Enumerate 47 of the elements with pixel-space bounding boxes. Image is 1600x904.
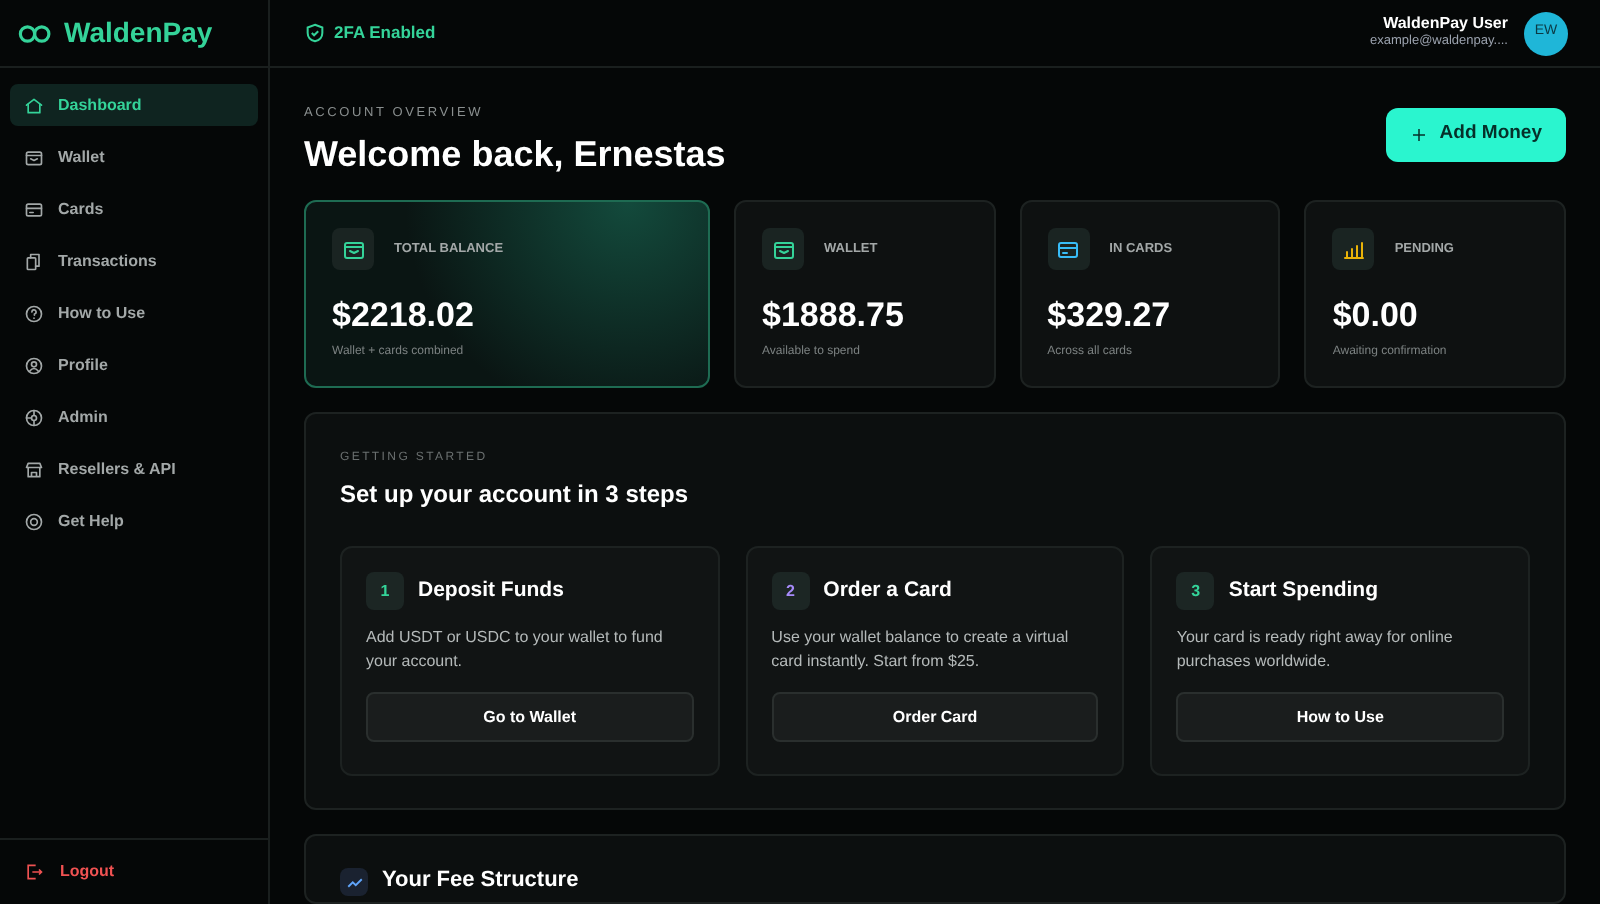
brand-name: WaldenPay (64, 14, 213, 52)
step-description: Add USDT or USDC to your wallet to fund your account. (366, 626, 665, 675)
step-number: 1 (366, 572, 404, 611)
sidebar-item[interactable]: Transactions (10, 240, 258, 282)
shield-check-icon (304, 22, 326, 44)
logout-link[interactable]: Logout (60, 860, 115, 884)
stat-value: $0.00 (1332, 294, 1420, 337)
sidebar-item[interactable]: Cards (10, 188, 258, 230)
sidebar-item[interactable]: Wallet (10, 136, 258, 178)
help-icon (24, 303, 44, 323)
step-button[interactable]: Go to Wallet (366, 692, 694, 743)
store-icon (24, 459, 44, 479)
sidebar-item[interactable]: Profile (10, 344, 258, 386)
sidebar-item[interactable]: Admin (10, 396, 258, 438)
lifebuoy-icon (24, 511, 44, 531)
user-name: WaldenPay User (1383, 14, 1508, 35)
step-title: Start Spending (1228, 575, 1379, 606)
stat-value: $1888.75 (762, 294, 906, 337)
sidebar-item[interactable]: Dashboard (10, 84, 258, 126)
security-status: 2FA Enabled (334, 20, 436, 46)
section-title: Your Fee Structure (382, 866, 579, 897)
logo-icon (18, 23, 56, 43)
stat-value: $2218.02 (332, 294, 476, 337)
step-title: Deposit Funds (418, 575, 564, 606)
add-money-button[interactable]: Add Money (1385, 108, 1566, 162)
home-icon (24, 95, 44, 115)
sidebar-item[interactable]: Get Help (10, 500, 258, 542)
step-number: 2 (771, 572, 810, 611)
documents-icon (24, 251, 44, 271)
user-icon (24, 355, 44, 375)
dial-icon (24, 407, 44, 427)
sidebar-item[interactable]: Resellers & API (10, 448, 258, 490)
step-title: Order a Card (823, 575, 952, 606)
page-title: Welcome back, Ernestas (304, 131, 726, 177)
trend-icon (345, 873, 363, 892)
step-description: Your card is ready right away for online purchases worldwide. (1176, 626, 1455, 675)
sidebar-item[interactable]: How to Use (10, 292, 258, 334)
card-icon (24, 199, 44, 219)
logout-icon (24, 862, 44, 882)
step-button[interactable]: How to Use (1176, 692, 1505, 743)
step-button[interactable]: Order Card (771, 692, 1099, 743)
stat-value: $329.27 (1047, 294, 1173, 337)
wallet-icon (24, 147, 44, 167)
step-number: 3 (1176, 572, 1215, 611)
section-title: Set up your account in 3 steps (340, 478, 691, 513)
plus-icon (1409, 126, 1428, 144)
step-description: Use your wallet balance to create a virtual card instantly. Start from $25. (771, 626, 1071, 675)
